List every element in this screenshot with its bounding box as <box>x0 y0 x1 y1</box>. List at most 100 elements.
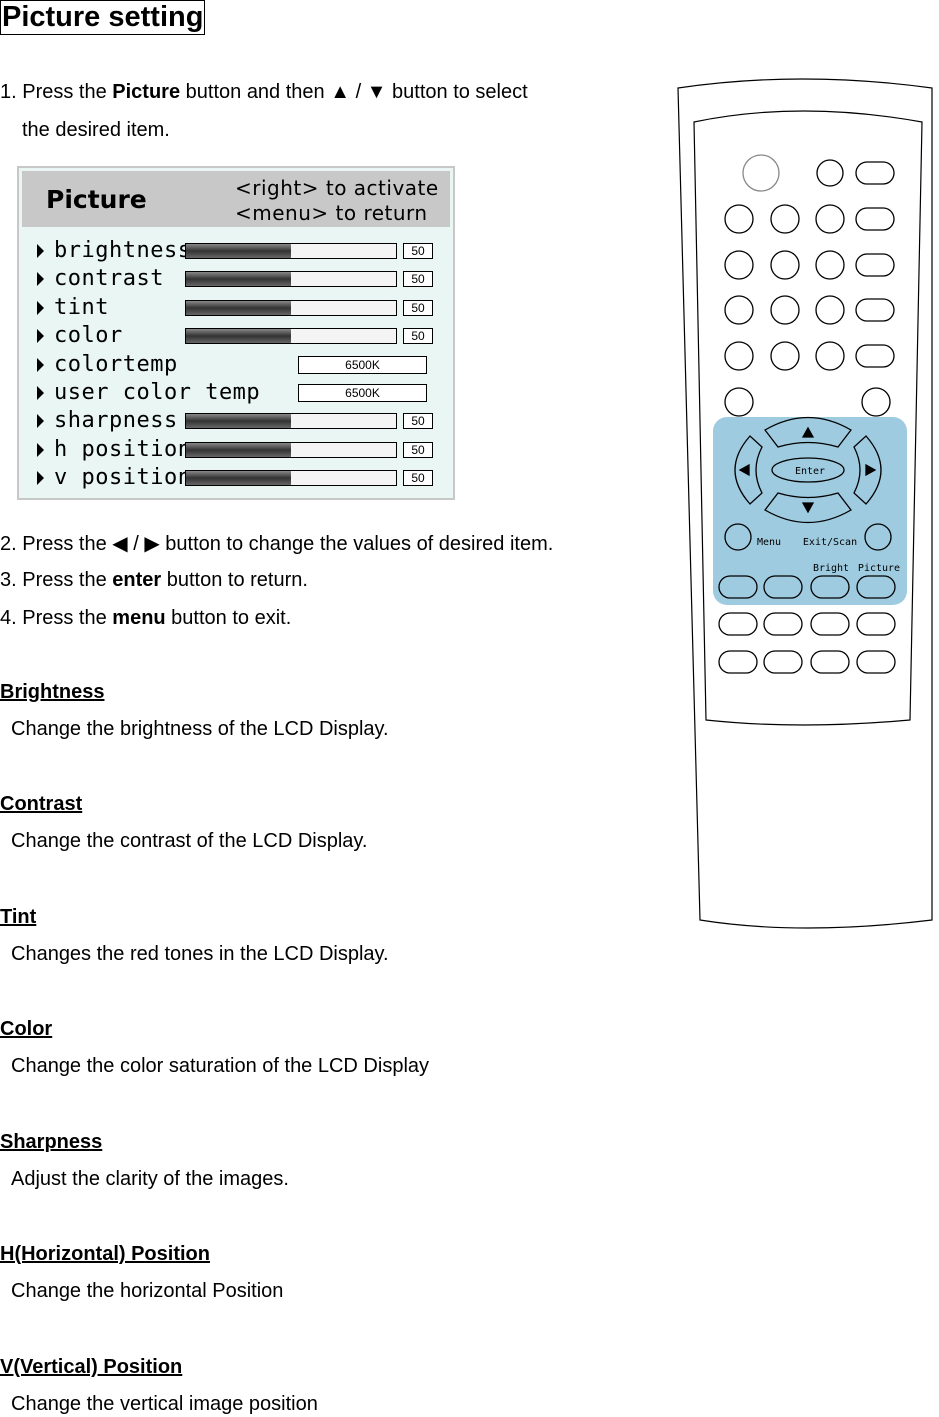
bright-label: Bright <box>813 563 849 574</box>
osd-item-contrast[interactable]: contrast 50 <box>19 266 453 294</box>
osd-value: 50 <box>403 243 433 259</box>
osd-value: 50 <box>403 271 433 288</box>
slider-fill <box>186 272 291 287</box>
remote-pill-button[interactable] <box>718 650 758 674</box>
remote-pill-button[interactable] <box>855 253 895 277</box>
remote-pill-button[interactable] <box>763 575 803 599</box>
osd-item-label: tint <box>54 294 109 320</box>
remote-pill-button[interactable] <box>718 575 758 599</box>
remote-round-button[interactable] <box>815 250 845 280</box>
step-1-cont: the desired item. <box>22 119 170 141</box>
osd-item-colortemp[interactable]: colortemp 6500K <box>19 352 453 380</box>
remote-pill-button[interactable] <box>855 161 895 185</box>
enter-label: Enter <box>795 466 825 477</box>
osd-item-label: color <box>54 323 123 349</box>
osd-item-label: v position <box>54 465 192 491</box>
osd-menu: Picture <right> to activate <menu> to ret… <box>17 166 455 500</box>
section-heading: Contrast <box>0 793 83 815</box>
page-title: Picture setting <box>0 0 206 35</box>
osd-slider[interactable] <box>185 328 397 345</box>
remote-pill-button[interactable] <box>763 650 803 674</box>
exit-scan-label: Exit/Scan <box>803 537 857 548</box>
slider-fill <box>186 442 291 457</box>
section-heading: Sharpness <box>0 1131 103 1153</box>
osd-slider[interactable] <box>185 299 397 316</box>
remote-control: Enter Menu Exit/Scan Bright Picture <box>677 78 933 929</box>
remote-round-button[interactable] <box>861 387 891 417</box>
remote-pill-button[interactable] <box>856 575 896 599</box>
section-heading: Color <box>0 1018 53 1040</box>
osd-slider[interactable] <box>185 243 397 259</box>
slider-fill <box>186 300 291 315</box>
section-heading: Brightness <box>0 681 105 703</box>
remote-round-button[interactable] <box>816 159 844 187</box>
arrow-right-icon <box>37 272 44 287</box>
step-4: 4. Press the menu button to exit. <box>0 607 292 629</box>
slider-fill <box>186 329 291 344</box>
osd-slider[interactable] <box>185 413 397 430</box>
osd-slider[interactable] <box>185 441 397 458</box>
osd-select[interactable]: 6500K <box>298 355 427 374</box>
osd-item-h-position[interactable]: h position 50 <box>19 437 453 465</box>
remote-round-button[interactable] <box>742 154 780 192</box>
osd-item-tint[interactable]: tint 50 <box>19 295 453 323</box>
remote-round-button[interactable] <box>770 295 800 325</box>
remote-round-button[interactable] <box>724 250 754 280</box>
remote-round-button[interactable] <box>815 204 845 234</box>
osd-item-sharpness[interactable]: sharpness 50 <box>19 408 453 436</box>
arrow-right-icon <box>37 471 44 486</box>
step-3: 3. Press the enter button to return. <box>0 569 308 591</box>
osd-item-label: user color temp <box>54 380 261 405</box>
remote-pill-button[interactable] <box>855 344 895 368</box>
osd-item-brightness[interactable]: brightness 50 <box>19 238 453 266</box>
remote-pill-button[interactable] <box>855 298 895 322</box>
remote-round-button[interactable] <box>724 295 754 325</box>
exit-scan-button[interactable] <box>864 523 892 551</box>
remote-round-button[interactable] <box>724 387 754 417</box>
arrow-right-icon <box>37 442 44 457</box>
osd-slider[interactable] <box>185 271 397 288</box>
arrow-right-icon <box>37 329 44 344</box>
osd-item-color[interactable]: color 50 <box>19 323 453 351</box>
remote-round-button[interactable] <box>815 341 845 371</box>
remote-pill-button[interactable] <box>810 612 850 636</box>
remote-pill-button[interactable] <box>810 650 850 674</box>
remote-round-button[interactable] <box>770 204 800 234</box>
osd-title: Picture <box>46 185 147 214</box>
remote-round-button[interactable] <box>815 295 845 325</box>
osd-item-v-position[interactable]: v position 50 <box>19 465 453 493</box>
section-heading: V(Vertical) Position <box>0 1356 183 1378</box>
section-text: Change the contrast of the LCD Display. <box>11 830 368 852</box>
remote-pill-button[interactable] <box>810 575 850 599</box>
arrow-right-icon <box>37 357 44 372</box>
remote-round-button[interactable] <box>770 250 800 280</box>
osd-header: Picture <right> to activate <menu> to ret… <box>22 171 450 227</box>
step-2: 2. Press the ◀ / ▶ button to change the … <box>0 533 554 555</box>
section-heading: H(Horizontal) Position <box>0 1243 210 1265</box>
section-text: Change the vertical image position <box>11 1393 318 1415</box>
section-text: Changes the red tones in the LCD Display… <box>11 943 389 965</box>
step-1: 1. Press the Picture button and then ▲ /… <box>0 81 528 103</box>
slider-fill <box>186 244 291 258</box>
remote-pill-button[interactable] <box>763 612 803 636</box>
osd-select[interactable]: 6500K <box>298 384 427 402</box>
menu-button[interactable] <box>724 523 752 551</box>
osd-item-label: contrast <box>54 266 164 292</box>
remote-pill-button[interactable] <box>855 207 895 231</box>
remote-round-button[interactable] <box>724 341 754 371</box>
section-text: Change the brightness of the LCD Display… <box>11 718 389 740</box>
osd-item-label: h position <box>54 436 192 462</box>
menu-label: Menu <box>757 537 781 548</box>
osd-value: 50 <box>403 328 433 345</box>
remote-round-button[interactable] <box>770 341 800 371</box>
section-text: Change the horizontal Position <box>11 1280 284 1302</box>
osd-item-user-color-temp[interactable]: user color temp 6500K <box>19 380 453 408</box>
osd-value: 50 <box>403 299 433 316</box>
section-heading: Tint <box>0 906 37 928</box>
osd-slider[interactable] <box>185 470 397 487</box>
remote-pill-button[interactable] <box>856 650 896 674</box>
osd-item-label: brightness <box>54 238 192 263</box>
remote-pill-button[interactable] <box>856 612 896 636</box>
remote-pill-button[interactable] <box>718 612 758 636</box>
remote-round-button[interactable] <box>724 204 754 234</box>
